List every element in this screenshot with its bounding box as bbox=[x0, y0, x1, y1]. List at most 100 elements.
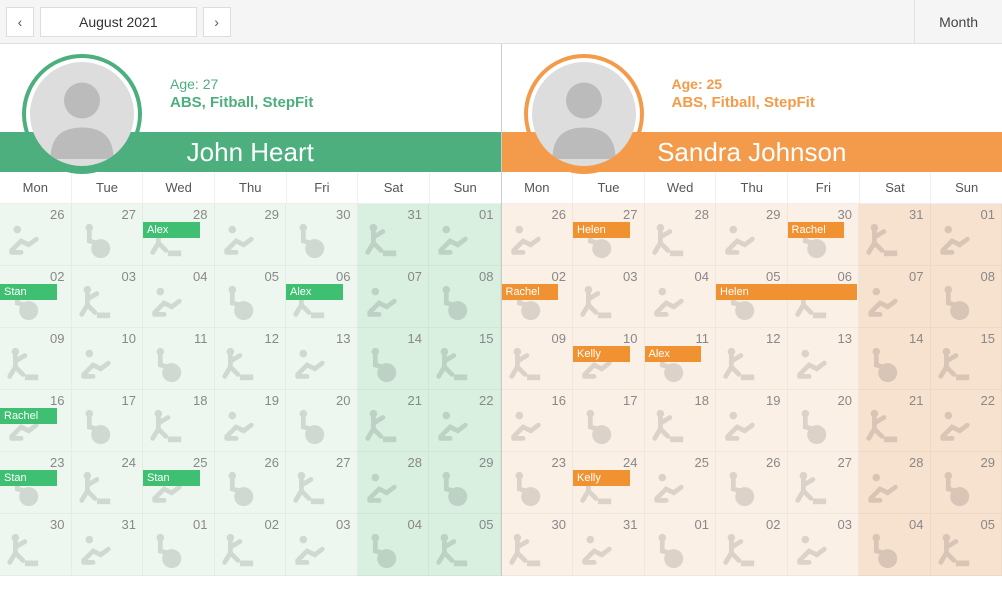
day-cell[interactable]: 01 bbox=[429, 204, 501, 266]
day-cell[interactable]: 31 bbox=[573, 514, 645, 576]
prev-month-button[interactable]: ‹ bbox=[6, 7, 34, 37]
day-cell[interactable]: 31 bbox=[358, 204, 430, 266]
day-cell[interactable]: 14 bbox=[859, 328, 931, 390]
day-cell[interactable]: 05Helen bbox=[716, 266, 788, 328]
day-cell[interactable]: 12 bbox=[215, 328, 287, 390]
day-cell[interactable]: 01 bbox=[143, 514, 215, 576]
appointment[interactable]: Stan bbox=[0, 284, 57, 300]
appointment[interactable]: Rachel bbox=[788, 222, 845, 238]
day-cell[interactable]: 17 bbox=[72, 390, 144, 452]
appointment[interactable]: Helen bbox=[573, 222, 630, 238]
day-cell[interactable]: 06Alex bbox=[286, 266, 358, 328]
day-cell[interactable]: 27 bbox=[72, 204, 144, 266]
day-cell[interactable]: 15 bbox=[429, 328, 501, 390]
day-cell[interactable]: 22 bbox=[429, 390, 501, 452]
day-cell[interactable]: 12 bbox=[716, 328, 788, 390]
day-cell[interactable]: 13 bbox=[788, 328, 860, 390]
day-cell[interactable]: 26 bbox=[716, 452, 788, 514]
day-cell[interactable]: 02 bbox=[215, 514, 287, 576]
day-cell[interactable]: 21 bbox=[859, 390, 931, 452]
day-cell[interactable]: 07 bbox=[358, 266, 430, 328]
day-cell[interactable]: 09 bbox=[502, 328, 574, 390]
appointment[interactable]: Rachel bbox=[0, 408, 57, 424]
day-cell[interactable]: 25Stan bbox=[143, 452, 215, 514]
day-cell[interactable]: 24 bbox=[72, 452, 144, 514]
day-cell[interactable]: 16 bbox=[502, 390, 574, 452]
day-cell[interactable]: 22 bbox=[931, 390, 1002, 452]
day-cell[interactable]: 02Stan bbox=[0, 266, 72, 328]
day-cell[interactable]: 27Helen bbox=[573, 204, 645, 266]
day-cell[interactable]: 10Kelly bbox=[573, 328, 645, 390]
day-cell[interactable]: 09 bbox=[0, 328, 72, 390]
appointment[interactable]: Stan bbox=[0, 470, 57, 486]
day-cell[interactable]: 19 bbox=[716, 390, 788, 452]
day-cell[interactable]: 10 bbox=[72, 328, 144, 390]
appointment[interactable]: Alex bbox=[143, 222, 200, 238]
day-cell[interactable]: 01 bbox=[931, 204, 1002, 266]
day-cell[interactable]: 30 bbox=[286, 204, 358, 266]
day-cell[interactable]: 05 bbox=[931, 514, 1002, 576]
day-cell[interactable]: 23Stan bbox=[0, 452, 72, 514]
day-cell[interactable]: 08 bbox=[931, 266, 1002, 328]
day-cell[interactable]: 28 bbox=[859, 452, 931, 514]
day-cell[interactable]: 01 bbox=[645, 514, 717, 576]
day-cell[interactable]: 02Rachel bbox=[502, 266, 574, 328]
day-cell[interactable]: 11Alex bbox=[645, 328, 717, 390]
day-cell[interactable]: 26 bbox=[215, 452, 287, 514]
day-cell[interactable]: 20 bbox=[286, 390, 358, 452]
day-cell[interactable]: 29 bbox=[215, 204, 287, 266]
day-cell[interactable]: 30 bbox=[502, 514, 574, 576]
next-month-button[interactable]: › bbox=[203, 7, 231, 37]
day-cell[interactable]: 28 bbox=[645, 204, 717, 266]
view-selector[interactable]: Month bbox=[914, 0, 990, 44]
day-cell[interactable]: 21 bbox=[358, 390, 430, 452]
day-cell[interactable]: 30Rachel bbox=[788, 204, 860, 266]
day-cell[interactable]: 24Kelly bbox=[573, 452, 645, 514]
day-cell[interactable]: 28 bbox=[358, 452, 430, 514]
day-cell[interactable]: 14 bbox=[358, 328, 430, 390]
day-cell[interactable]: 03 bbox=[72, 266, 144, 328]
appointment[interactable]: Kelly bbox=[573, 346, 630, 362]
appointment[interactable]: Alex bbox=[645, 346, 702, 362]
day-cell[interactable]: 30 bbox=[0, 514, 72, 576]
day-cell[interactable]: 26 bbox=[0, 204, 72, 266]
day-cell[interactable]: 26 bbox=[502, 204, 574, 266]
day-cell[interactable]: 19 bbox=[215, 390, 287, 452]
day-cell[interactable]: 03 bbox=[788, 514, 860, 576]
day-cell[interactable]: 03 bbox=[286, 514, 358, 576]
day-cell[interactable]: 05 bbox=[215, 266, 287, 328]
appointment[interactable]: Alex bbox=[286, 284, 343, 300]
day-cell[interactable]: 18 bbox=[645, 390, 717, 452]
day-cell[interactable]: 25 bbox=[645, 452, 717, 514]
day-cell[interactable]: 27 bbox=[788, 452, 860, 514]
day-cell[interactable]: 31 bbox=[72, 514, 144, 576]
day-cell[interactable]: 17 bbox=[573, 390, 645, 452]
day-cell[interactable]: 07 bbox=[859, 266, 931, 328]
day-cell[interactable]: 27 bbox=[286, 452, 358, 514]
day-cell[interactable]: 16Rachel bbox=[0, 390, 72, 452]
day-cell[interactable]: 02 bbox=[716, 514, 788, 576]
day-cell[interactable]: 29 bbox=[931, 452, 1002, 514]
day-cell[interactable]: 08 bbox=[429, 266, 501, 328]
day-cell[interactable]: 11 bbox=[143, 328, 215, 390]
day-cell[interactable]: 05 bbox=[429, 514, 501, 576]
appointment[interactable]: Stan bbox=[143, 470, 200, 486]
day-cell[interactable]: 13 bbox=[286, 328, 358, 390]
appointment[interactable]: Helen bbox=[716, 284, 857, 300]
day-cell[interactable]: 04 bbox=[859, 514, 931, 576]
day-cell[interactable]: 29 bbox=[429, 452, 501, 514]
day-cell[interactable]: 03 bbox=[573, 266, 645, 328]
day-cell[interactable]: 04 bbox=[358, 514, 430, 576]
day-cell[interactable]: 31 bbox=[859, 204, 931, 266]
day-cell[interactable]: 20 bbox=[788, 390, 860, 452]
day-cell[interactable]: 28Alex bbox=[143, 204, 215, 266]
appointment[interactable]: Kelly bbox=[573, 470, 630, 486]
current-month-label[interactable]: August 2021 bbox=[40, 7, 197, 37]
day-cell[interactable]: 23 bbox=[502, 452, 574, 514]
day-cell[interactable]: 04 bbox=[645, 266, 717, 328]
day-cell[interactable]: 15 bbox=[931, 328, 1002, 390]
appointment[interactable]: Rachel bbox=[502, 284, 559, 300]
day-cell[interactable]: 18 bbox=[143, 390, 215, 452]
day-cell[interactable]: 04 bbox=[143, 266, 215, 328]
day-cell[interactable]: 29 bbox=[716, 204, 788, 266]
